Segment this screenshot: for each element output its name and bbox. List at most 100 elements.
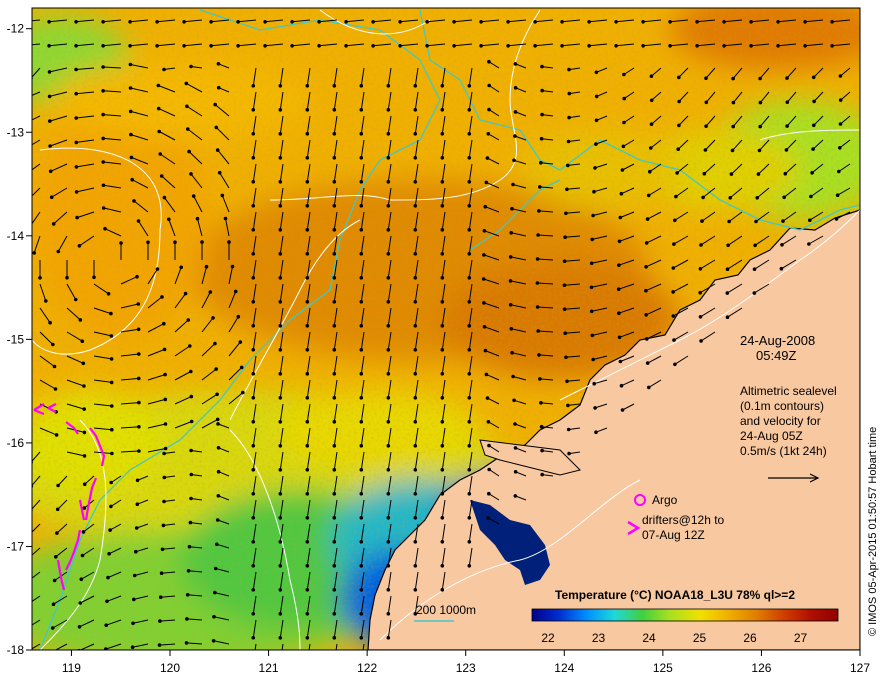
velocity-arrow-head [317, 44, 321, 48]
velocity-arrow-head [722, 44, 726, 48]
velocity-arrow-head [838, 122, 843, 126]
velocity-arrow-head [332, 276, 337, 280]
velocity-arrow-head [592, 189, 596, 194]
velocity-arrow-head [487, 467, 492, 472]
velocity-arrow-head [567, 115, 571, 120]
velocity-arrow-head [82, 506, 87, 510]
velocity-arrow-head [359, 132, 364, 136]
velocity-arrow-head [566, 403, 570, 408]
velocity-arrow-head [359, 300, 364, 304]
velocity-arrow-head [467, 108, 472, 112]
velocity-arrow-head [212, 614, 216, 619]
velocity-arrow-head [533, 44, 537, 48]
velocity-arrow-head [215, 542, 219, 547]
velocity-arrow-head [132, 199, 136, 203]
velocity-arrow-head [566, 163, 570, 168]
velocity-arrow-head [698, 290, 702, 295]
velocity-arrow-head [251, 276, 256, 280]
velocity-arrow-head [75, 215, 79, 220]
velocity-arrow-head [467, 276, 472, 280]
velocity-arrow-head [779, 266, 784, 271]
velocity-arrow-head [183, 291, 188, 296]
velocity-arrow-head [730, 148, 735, 153]
velocity-arrow-head [278, 84, 283, 88]
velocity-arrow-head [671, 266, 676, 270]
velocity-arrow-head [51, 342, 55, 347]
velocity-arrow-head [332, 372, 337, 376]
altimetry-line: 24-Aug 05Z [740, 429, 803, 443]
velocity-arrow-head [74, 20, 78, 24]
velocity-arrow-head [22, 97, 26, 101]
velocity-arrow-head [511, 182, 515, 187]
velocity-arrow-head [440, 180, 445, 184]
velocity-arrow-head [220, 193, 225, 198]
velocity-arrow-head [251, 132, 256, 136]
velocity-arrow-head [128, 86, 133, 90]
velocity-arrow-head [698, 315, 703, 319]
velocity-arrow-head [752, 267, 757, 272]
velocity-arrow-head [758, 100, 763, 105]
velocity-arrow-head [332, 564, 337, 568]
velocity-arrow-head [834, 217, 839, 221]
velocity-arrow-head [155, 267, 160, 271]
velocity-arrow-head [758, 76, 762, 81]
velocity-arrow-head [56, 483, 60, 488]
velocity-arrow-head [510, 206, 514, 211]
velocity-arrow-head [413, 300, 418, 304]
velocity-arrow-head [371, 44, 375, 48]
velocity-arrow-head [278, 444, 283, 448]
velocity-arrow-head [386, 540, 391, 544]
velocity-arrow-head [278, 636, 283, 640]
velocity-arrow-head [386, 588, 391, 592]
velocity-arrow-head [110, 451, 114, 456]
velocity-arrow-head [467, 420, 472, 424]
velocity-arrow-head [129, 155, 134, 160]
velocity-arrow-head [413, 156, 418, 160]
velocity-arrow-head [317, 20, 321, 24]
velocity-arrow-head [191, 194, 196, 198]
velocity-arrow-head [278, 564, 283, 568]
velocity-arrow-head [241, 390, 245, 395]
velocity-arrow-head [509, 327, 514, 331]
velocity-arrow-head [754, 219, 758, 224]
velocity-arrow-head [105, 599, 109, 604]
velocity-arrow-head [702, 171, 707, 176]
velocity-arrow-head [539, 136, 544, 141]
velocity-arrow-head [413, 204, 418, 208]
velocity-arrow-head [830, 44, 834, 48]
velocity-arrow-head [752, 291, 757, 295]
velocity-arrow-head [540, 112, 544, 117]
lat-tick-label: -17 [7, 539, 25, 553]
velocity-arrow-head [641, 44, 645, 48]
colorbar-gradient [531, 608, 839, 622]
velocity-arrow-head [467, 204, 472, 208]
velocity-arrow-head [467, 492, 472, 496]
velocity-arrow-head [187, 149, 191, 154]
velocity-arrow-head [673, 362, 677, 367]
velocity-arrow-head [185, 104, 189, 109]
velocity-arrow-head [562, 259, 567, 264]
velocity-arrow-head [359, 156, 364, 160]
velocity-arrow-head [182, 20, 186, 24]
velocity-arrow-head [467, 396, 472, 400]
velocity-arrow-head [305, 396, 310, 400]
velocity-arrow-head [236, 44, 240, 48]
velocity-arrow-head [332, 300, 337, 304]
velocity-arrow-head [251, 444, 256, 448]
velocity-arrow-head [278, 252, 283, 256]
velocity-arrow-head [213, 341, 217, 346]
velocity-arrow-head [55, 531, 59, 535]
velocity-arrow-head [565, 379, 569, 384]
velocity-arrow-head [567, 67, 571, 72]
velocity-arrow-head [566, 427, 571, 432]
velocity-arrow-head [467, 156, 472, 160]
altimetry-line: (0.1m contours) [740, 399, 824, 413]
velocity-arrow-head [278, 204, 283, 208]
velocity-arrow-head [186, 318, 191, 322]
velocity-arrow-head [278, 372, 283, 376]
velocity-arrow-head [359, 564, 364, 568]
velocity-arrow-head [278, 348, 283, 352]
velocity-arrow-head [227, 240, 231, 244]
velocity-arrow-head [645, 337, 649, 341]
velocity-arrow-head [54, 433, 59, 437]
